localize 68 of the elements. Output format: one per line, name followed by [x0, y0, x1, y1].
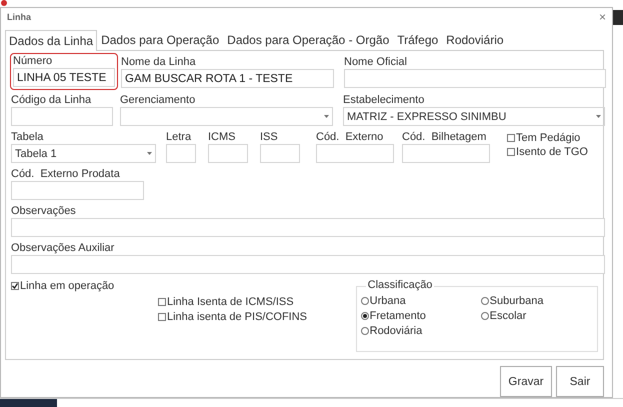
text-field[interactable] [316, 144, 394, 163]
field-label: Cód. Bilhetagem [402, 130, 488, 144]
field-label: Estabelecimento [343, 93, 426, 107]
text-field[interactable] [11, 181, 144, 200]
text-field[interactable] [166, 144, 196, 163]
text-field[interactable]: GAM BUSCAR ROTA 1 - TESTE [121, 69, 334, 88]
text-field[interactable] [208, 144, 248, 163]
checkbox[interactable] [507, 148, 516, 156]
group-title: Classificação [366, 279, 434, 291]
background-window-bar [613, 10, 623, 25]
dropdown-value: MATRIZ - EXPRESSO SINIMBU [347, 110, 506, 122]
checkbox[interactable] [158, 298, 166, 306]
checkbox-label: Isento de TGO [516, 146, 588, 158]
radio-button[interactable] [360, 327, 369, 335]
text-field[interactable] [260, 144, 300, 163]
field-label: Cód. Externo [316, 130, 384, 144]
checkbox[interactable] [158, 313, 166, 321]
tab[interactable]: Dados para Operação [97, 30, 224, 50]
field-label: Nome Oficial [344, 55, 408, 69]
field-label: Gerenciamento [120, 93, 196, 107]
field-label: ISS [260, 130, 279, 144]
radio-label: Rodoviária [370, 325, 422, 337]
app-icon [1, 0, 7, 6]
field-label: Observações [11, 204, 77, 218]
dropdown-value: Tabela 1 [15, 148, 57, 160]
text-field[interactable] [402, 144, 490, 163]
dropdown-field[interactable]: MATRIZ - EXPRESSO SINIMBU [343, 107, 605, 126]
dropdown-field[interactable] [120, 107, 333, 126]
field-label: Número [13, 54, 54, 68]
checkbox-label: Linha em operação [20, 280, 114, 292]
field-label: Observações Auxiliar [11, 241, 116, 255]
radio-label: Urbana [370, 295, 406, 307]
field-label: ICMS [208, 130, 236, 144]
tab[interactable]: Tráfego [393, 30, 442, 50]
text-field[interactable] [344, 69, 606, 88]
tab[interactable]: Dados para Operação - Orgão [223, 30, 394, 50]
field-label: Cód. Externo Prodata [11, 167, 121, 181]
dropdown-caret-icon[interactable] [596, 115, 601, 118]
dropdown-caret-icon[interactable] [147, 152, 152, 155]
text-field[interactable] [11, 107, 113, 126]
background-panel [0, 399, 57, 407]
dropdown-field[interactable]: Tabela 1 [11, 144, 156, 163]
radio-label: Escolar [490, 310, 526, 322]
radio-button[interactable] [480, 297, 489, 305]
radio-button[interactable] [480, 312, 489, 320]
tab[interactable]: Rodoviário [442, 30, 508, 50]
field-label: Código da Linha [11, 93, 92, 107]
checkbox-label: Tem Pedágio [516, 132, 580, 144]
checkbox[interactable] [11, 282, 19, 290]
text-field[interactable] [11, 218, 605, 237]
exit-button[interactable]: Sair [556, 366, 604, 397]
radio-label: Suburbana [490, 295, 544, 307]
tab[interactable]: Dados da Linha [5, 30, 98, 51]
text-field[interactable] [11, 255, 605, 274]
radio-label: Fretamento [370, 310, 426, 322]
field-label: Nome da Linha [121, 55, 197, 69]
field-label: Tabela [11, 130, 44, 144]
checkbox-label: Linha Isenta de ICMS/ISS [167, 296, 294, 308]
close-button[interactable]: × [598, 10, 606, 24]
checkbox-label: Linha isenta de PIS/COFINS [167, 311, 308, 323]
radio-button[interactable] [360, 312, 369, 320]
field-label: Letra [166, 130, 192, 144]
dialog-title: Linha [7, 12, 31, 22]
dropdown-caret-icon[interactable] [324, 115, 329, 118]
radio-button[interactable] [360, 297, 369, 305]
text-field[interactable]: LINHA 05 TESTE [13, 68, 115, 87]
save-button[interactable]: Gravar [500, 366, 552, 397]
checkbox[interactable] [507, 134, 516, 142]
